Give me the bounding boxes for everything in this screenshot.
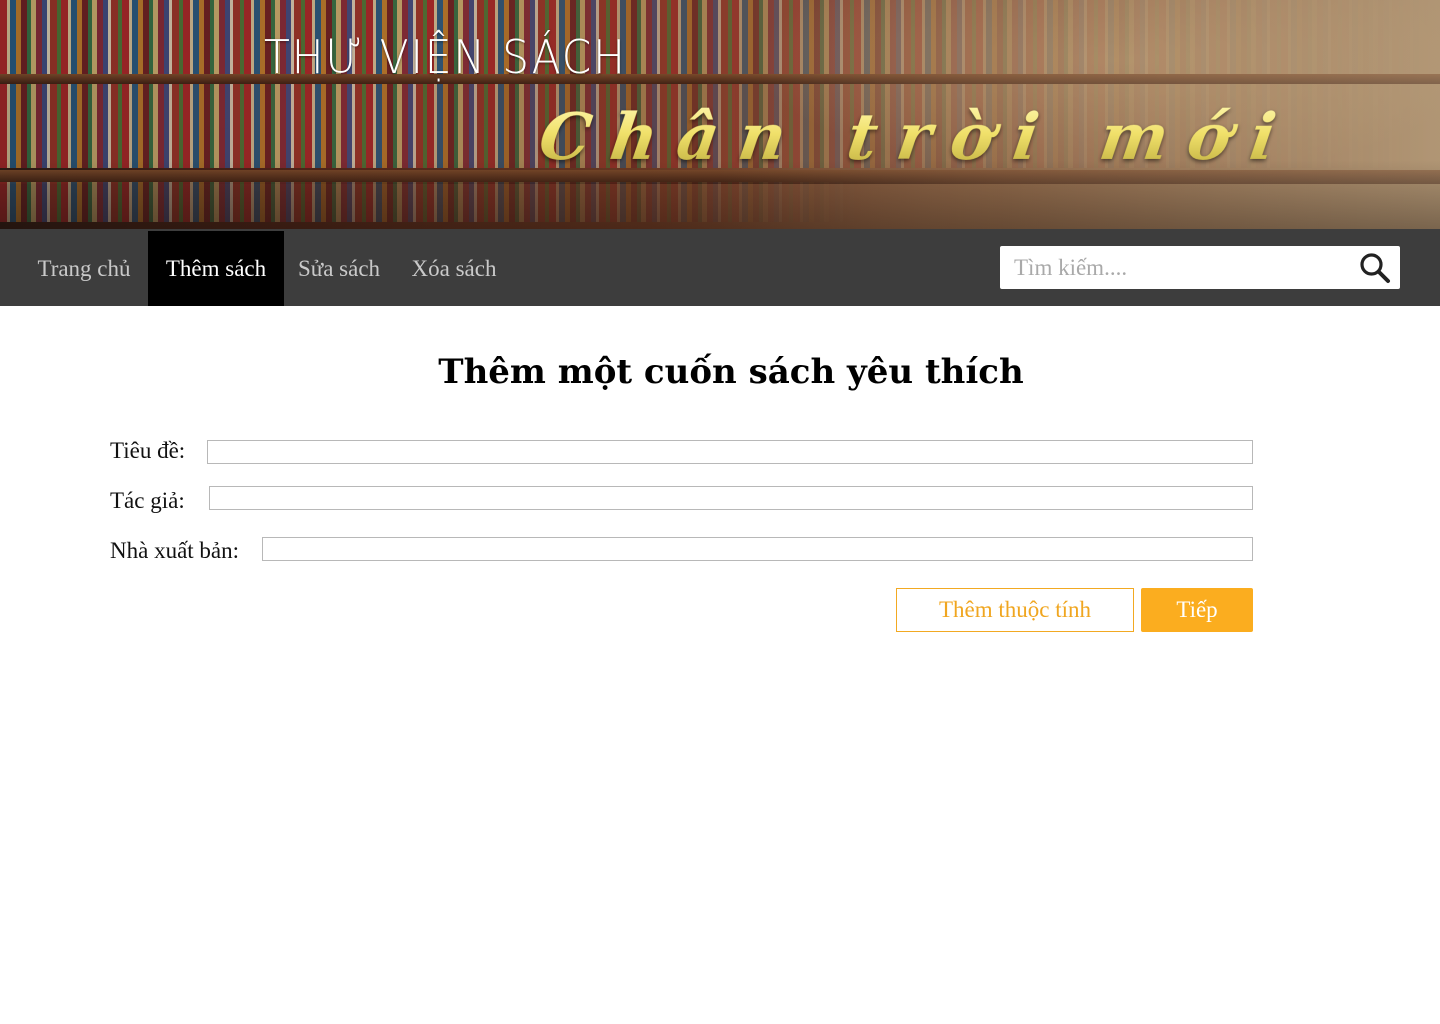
site-title: THƯ VIỆN SÁCH — [264, 30, 627, 84]
page-title: Thêm một cuốn sách yêu thích — [438, 352, 1024, 392]
publisher-label: Nhà xuất bản: — [110, 538, 240, 563]
nav-item-add-book[interactable]: Thêm sách — [148, 231, 284, 306]
header-banner: THƯ VIỆN SÁCH Chân trời mới — [0, 0, 1440, 229]
add-attribute-button[interactable]: Thêm thuộc tính — [896, 588, 1134, 632]
nav-item-home[interactable]: Trang chủ — [22, 231, 146, 306]
nav-item-edit-book[interactable]: Sửa sách — [284, 231, 394, 306]
site-slogan: Chân trời mới — [534, 100, 1301, 175]
next-button[interactable]: Tiếp — [1141, 588, 1253, 632]
search-icon[interactable] — [1358, 251, 1392, 285]
author-input[interactable] — [209, 486, 1253, 510]
search-box — [1000, 246, 1400, 289]
publisher-input[interactable] — [262, 537, 1253, 561]
title-label: Tiêu đề: — [110, 438, 186, 463]
author-label: Tác giả: — [110, 488, 185, 513]
search-input[interactable] — [1000, 246, 1340, 289]
nav-item-delete-book[interactable]: Xóa sách — [398, 231, 510, 306]
title-input[interactable] — [207, 440, 1253, 464]
main-nav: Trang chủ Thêm sách Sửa sách Xóa sách — [0, 229, 1440, 306]
